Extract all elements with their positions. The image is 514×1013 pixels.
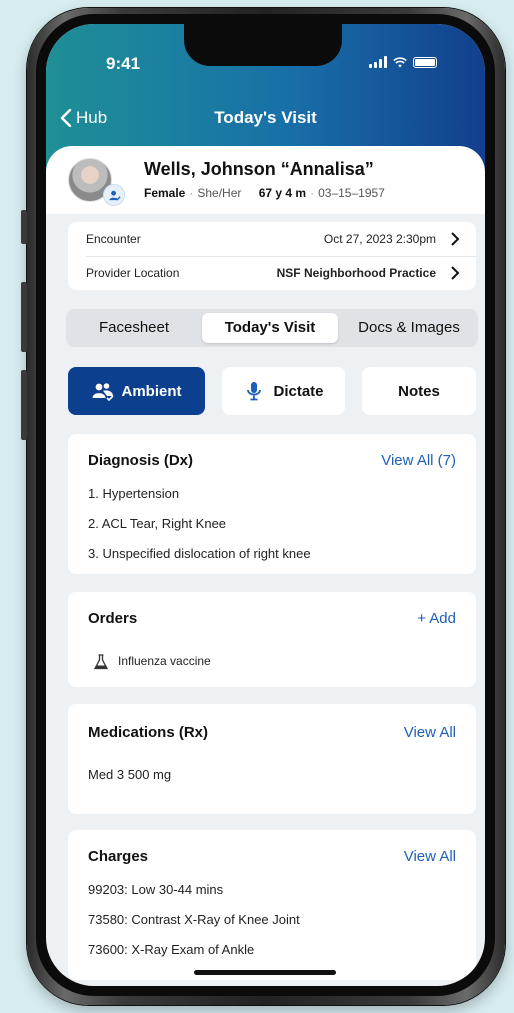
status-time: 9:41 (106, 54, 141, 73)
encounter-card: Encounter Oct 27, 2023 2:30pm Provider L… (68, 222, 476, 290)
medications-view-all-link[interactable]: View All (404, 724, 456, 741)
visit-tabs: Facesheet Today's Visit Docs & Images (66, 309, 478, 347)
volume-up-button (21, 282, 27, 352)
tab-docs-images[interactable]: Docs & Images (342, 313, 476, 343)
medications-title: Medications (Rx) (88, 724, 209, 741)
provider-location-label: Provider Location (86, 266, 180, 280)
chevron-right-icon (451, 266, 460, 280)
patient-demographics: Female · She/Her 67 y 4 m · 03–15–1957 (144, 186, 385, 200)
diagnosis-title: Diagnosis (Dx) (88, 452, 194, 469)
order-item[interactable]: Influenza vaccine (118, 654, 211, 668)
tab-todays-visit[interactable]: Today's Visit (202, 313, 338, 343)
cellular-signal-icon (369, 56, 387, 68)
patient-banner[interactable]: Wells, Johnson “Annalisa” Female · She/Her… (46, 146, 485, 214)
patient-name: Wells, Johnson “Annalisa” (144, 159, 374, 179)
dictate-button[interactable]: Dictate (222, 367, 345, 415)
patient-pronouns: She/Her (197, 186, 242, 200)
encounter-value: Oct 27, 2023 2:30pm (323, 232, 436, 246)
charges-title: Charges (88, 848, 149, 865)
tab-facesheet[interactable]: Facesheet (70, 313, 198, 343)
diagnosis-item[interactable]: 2. ACL Tear, Right Knee (88, 516, 226, 531)
phone-screen: 9:41 Hub Today's Visit Wells, Johnson “A… (46, 24, 485, 986)
diagnosis-item[interactable]: 1. Hypertension (88, 486, 179, 501)
provider-location-value: NSF Neighborhood Practice (276, 266, 436, 280)
charge-item[interactable]: 99203: Low 30-44 mins (88, 882, 223, 897)
group-users-icon (92, 383, 114, 401)
orders-card: Orders + Add Influenza vaccine (68, 592, 476, 687)
diagnosis-item[interactable]: 3. Unspecified dislocation of right knee (88, 546, 311, 561)
ambient-button[interactable]: Ambient (68, 367, 205, 415)
patient-sex: Female (144, 186, 186, 200)
mute-switch (21, 210, 27, 244)
patient-dob: 03–15–1957 (318, 186, 385, 200)
charge-item[interactable]: 73580: Contrast X-Ray of Knee Joint (88, 912, 300, 927)
diagnosis-card: Diagnosis (Dx) View All (7) 1. Hypertens… (68, 434, 476, 574)
medications-card: Medications (Rx) View All Med 3 500 mg (68, 704, 476, 814)
notes-label: Notes (398, 382, 440, 400)
volume-down-button (21, 370, 27, 440)
orders-title: Orders (88, 610, 138, 627)
orders-add-link[interactable]: + Add (417, 610, 456, 627)
wifi-icon (393, 56, 407, 67)
lab-flask-icon (94, 654, 108, 670)
charge-item[interactable]: 73600: X-Ray Exam of Ankle (88, 942, 254, 957)
home-indicator[interactable] (194, 970, 336, 975)
charges-card: Charges View All 99203: Low 30-44 mins 7… (68, 830, 476, 980)
patient-age: 67 y 4 m (258, 186, 307, 200)
care-team-badge-icon (103, 184, 125, 206)
ambient-label: Ambient (121, 382, 182, 400)
page-title: Today's Visit (214, 108, 317, 127)
provider-location-row[interactable]: Provider Location NSF Neighborhood Pract… (68, 256, 476, 290)
encounter-label: Encounter (86, 232, 141, 246)
charges-view-all-link[interactable]: View All (404, 848, 456, 865)
medication-item[interactable]: Med 3 500 mg (88, 767, 171, 782)
encounter-row[interactable]: Encounter Oct 27, 2023 2:30pm (68, 222, 476, 256)
battery-icon (413, 56, 437, 68)
diagnosis-view-all-link[interactable]: View All (7) (381, 452, 456, 469)
chevron-right-icon (451, 232, 460, 246)
status-icons (369, 56, 437, 68)
microphone-icon (247, 382, 262, 401)
dictate-label: Dictate (273, 382, 324, 400)
notes-button[interactable]: Notes (362, 367, 476, 415)
device-notch (184, 24, 342, 66)
